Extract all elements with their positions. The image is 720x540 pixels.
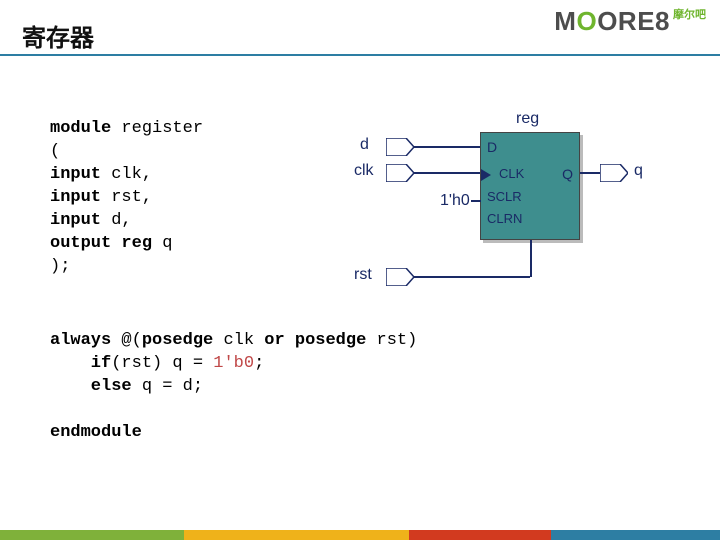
logo-subtext: 摩尔吧	[673, 9, 706, 21]
wire	[414, 172, 480, 174]
register-block: D CLK SCLR CLRN Q	[480, 132, 580, 240]
wire	[530, 240, 532, 277]
footer-segment	[184, 530, 410, 540]
output-pad-icon	[600, 164, 628, 182]
port-d-internal: D	[487, 139, 497, 155]
const-label: 1'h0	[440, 192, 470, 210]
wire	[471, 200, 481, 202]
input-pad-icon	[386, 164, 414, 182]
slide-header: 寄存器 MOORE8摩尔吧	[0, 0, 720, 60]
footer-segment	[0, 530, 184, 540]
port-clrn-internal: CLRN	[487, 211, 522, 226]
wire	[414, 276, 530, 278]
brand-logo: MOORE8摩尔吧	[554, 6, 706, 37]
wire	[414, 146, 480, 148]
footer-color-bar	[0, 530, 720, 540]
input-pad-icon	[386, 138, 414, 156]
signal-d-label: d	[360, 136, 369, 154]
verilog-module-decl: module register ( input clk, input rst, …	[50, 118, 203, 279]
block-title: reg	[516, 110, 539, 128]
clock-edge-icon	[481, 169, 491, 181]
port-q-internal: Q	[562, 166, 573, 182]
signal-rst-label: rst	[354, 266, 372, 284]
header-divider	[0, 54, 720, 56]
input-pad-icon	[386, 268, 414, 286]
logo-text: M	[554, 6, 576, 36]
port-sclr-internal: SCLR	[487, 189, 522, 204]
logo-text: ORE8	[597, 6, 670, 36]
footer-segment	[551, 530, 720, 540]
signal-clk-label: clk	[354, 162, 374, 180]
wire	[580, 172, 600, 174]
register-schematic: reg D CLK SCLR CLRN Q d clk rst q 1'h0	[330, 110, 660, 310]
logo-accent: O	[576, 6, 597, 36]
signal-q-label: q	[634, 162, 643, 180]
verilog-always-block: always @(posedge clk or posedge rst) if(…	[50, 330, 417, 445]
port-clk-internal: CLK	[499, 166, 524, 181]
footer-segment	[409, 530, 550, 540]
